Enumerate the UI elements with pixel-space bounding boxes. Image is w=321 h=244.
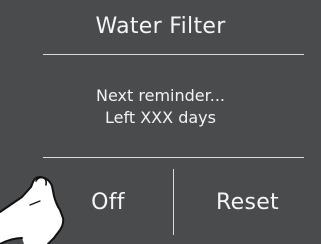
days-left-message: Left XXX days	[105, 108, 216, 127]
reset-button[interactable]: Reset	[174, 165, 321, 240]
water-filter-screen: Water Filter Next reminder... Left XXX d…	[0, 0, 321, 244]
title-divider	[43, 54, 304, 55]
off-button[interactable]: Off	[43, 165, 173, 240]
dialog-title: Water Filter	[95, 14, 226, 39]
reminder-message: Next reminder...	[96, 86, 225, 105]
button-row-divider	[43, 157, 304, 158]
